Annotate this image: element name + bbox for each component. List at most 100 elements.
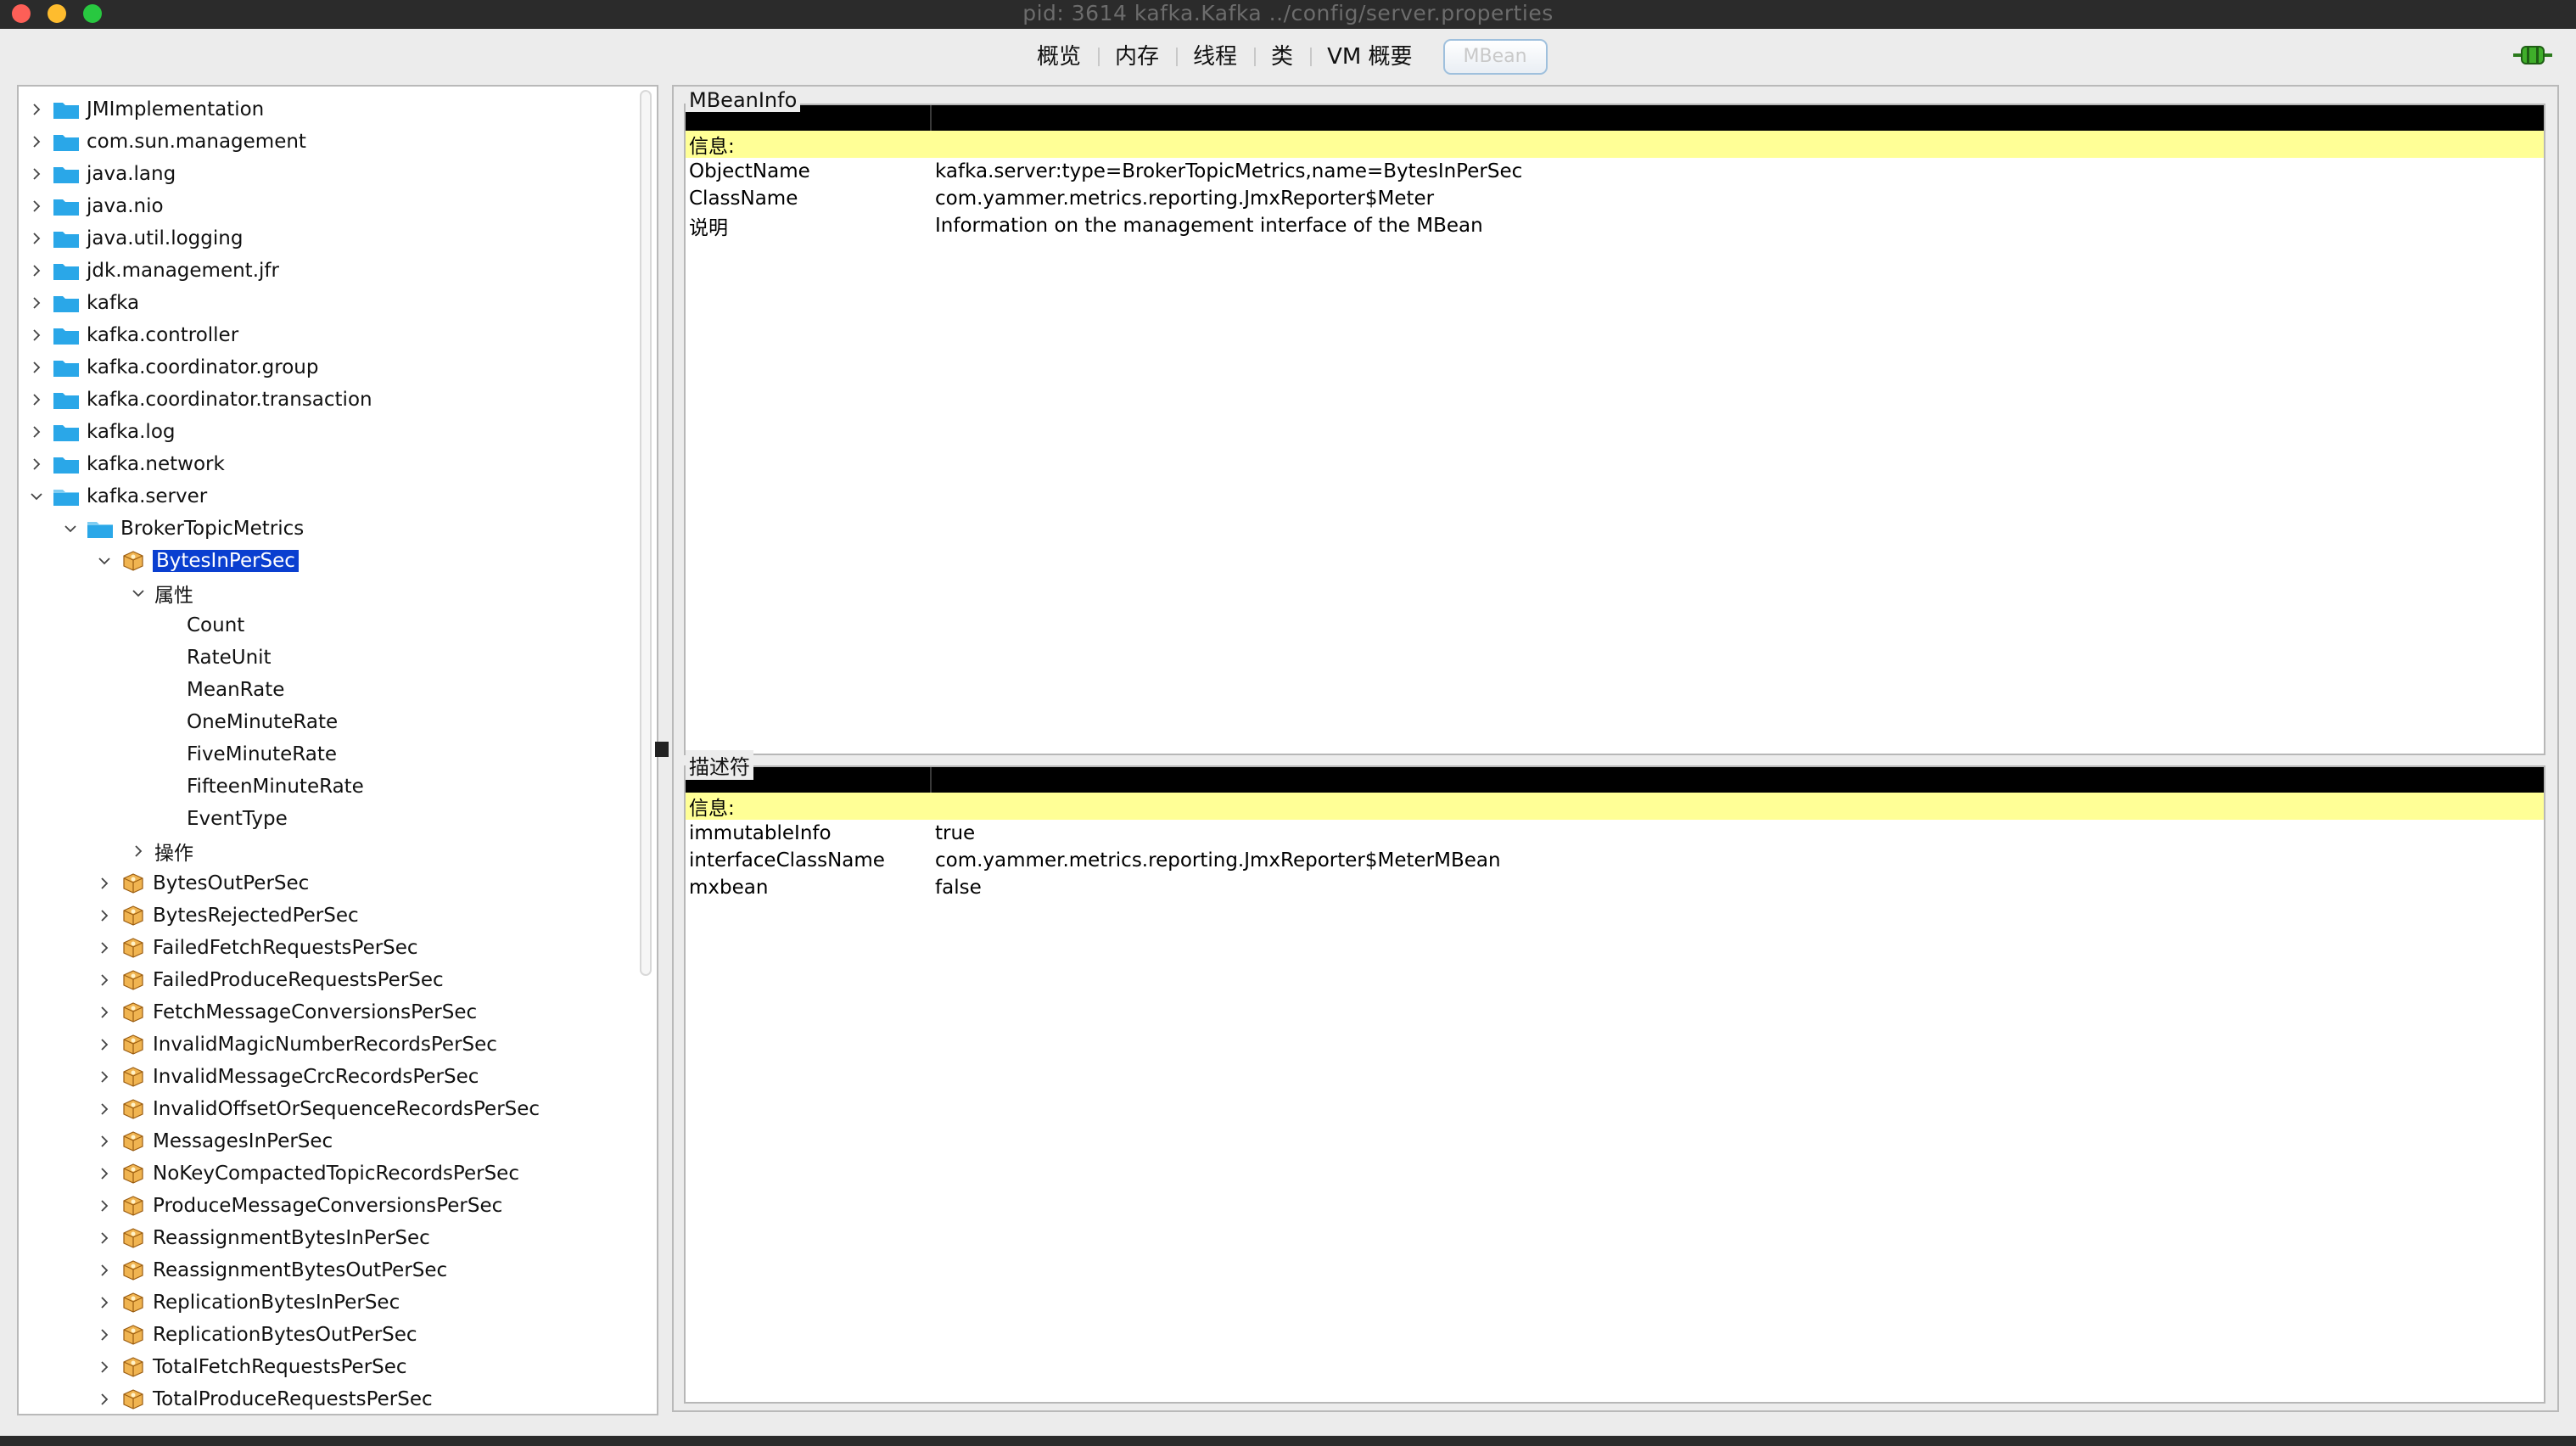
tree-node[interactable]: OneMinuteRate [19, 706, 630, 738]
chevron-right-icon[interactable] [93, 1125, 115, 1157]
chevron-right-icon[interactable] [25, 158, 48, 190]
tree-node[interactable]: FailedProduceRequestsPerSec [19, 964, 630, 996]
tree-node[interactable]: TotalFetchRequestsPerSec [19, 1351, 630, 1383]
mbeaninfo-row[interactable]: ClassName com.yammer.metrics.reporting.Jm… [686, 185, 2544, 212]
tree-node[interactable]: jdk.management.jfr [19, 255, 630, 287]
tree-node[interactable]: BytesInPerSec [19, 545, 630, 577]
chevron-down-icon[interactable] [127, 577, 149, 609]
chevron-right-icon[interactable] [25, 287, 48, 319]
tree-node[interactable]: MeanRate [19, 674, 630, 706]
tree-node[interactable]: BytesOutPerSec [19, 867, 630, 900]
descriptor-info-label: 信息: [689, 798, 735, 820]
chevron-right-icon[interactable] [25, 126, 48, 158]
tree-node[interactable]: FiveMinuteRate [19, 738, 630, 771]
tree-node-label: ReassignmentBytesInPerSec [153, 1227, 430, 1249]
split-pane-divider[interactable] [655, 742, 669, 757]
chevron-right-icon[interactable] [93, 1286, 115, 1319]
tree-node[interactable]: ReassignmentBytesInPerSec [19, 1222, 630, 1254]
connected-plug-icon[interactable] [2513, 42, 2552, 68]
tab-3[interactable]: 类 [1254, 39, 1310, 75]
tab-2[interactable]: 线程 [1176, 39, 1254, 75]
tree-node[interactable]: NoKeyCompactedTopicRecordsPerSec [19, 1157, 630, 1190]
tree-node[interactable]: FetchMessageConversionsPerSec [19, 996, 630, 1028]
tree-node[interactable]: JMImplementation [19, 93, 630, 126]
tree-node[interactable]: 操作 [19, 835, 630, 867]
chevron-right-icon[interactable] [93, 1028, 115, 1061]
tree-scrollbar[interactable] [640, 90, 652, 976]
chevron-down-icon[interactable] [25, 480, 48, 513]
tree-node[interactable]: kafka.log [19, 416, 630, 448]
chevron-right-icon[interactable] [93, 867, 115, 900]
tab-0[interactable]: 概览 [1020, 39, 1098, 75]
chevron-right-icon[interactable] [93, 1157, 115, 1190]
tree-node[interactable]: java.lang [19, 158, 630, 190]
tab-4[interactable]: VM 概要 [1310, 39, 1429, 75]
chevron-right-icon[interactable] [25, 448, 48, 480]
folder-icon [53, 457, 79, 474]
tree-node[interactable]: RateUnit [19, 642, 630, 674]
tree-node[interactable]: kafka.controller [19, 319, 630, 351]
chevron-right-icon[interactable] [25, 255, 48, 287]
tree-node[interactable]: com.sun.management [19, 126, 630, 158]
chevron-right-icon[interactable] [25, 222, 48, 255]
chevron-right-icon[interactable] [127, 835, 149, 867]
tree-node[interactable]: BytesRejectedPerSec [19, 900, 630, 932]
tree-node[interactable]: ReplicationBytesOutPerSec [19, 1319, 630, 1351]
tree-node[interactable]: FailedFetchRequestsPerSec [19, 932, 630, 964]
tab-1[interactable]: 内存 [1098, 39, 1176, 75]
chevron-down-icon[interactable] [93, 545, 115, 577]
descriptor-row[interactable]: interfaceClassName com.yammer.metrics.rep… [686, 847, 2544, 874]
mbean-icon [123, 1389, 143, 1410]
tree-node[interactable]: TotalProduceRequestsPerSec [19, 1383, 630, 1414]
tree-node[interactable]: InvalidMessageCrcRecordsPerSec [19, 1061, 630, 1093]
tree-node[interactable]: 属性 [19, 577, 630, 609]
tree-node[interactable]: FifteenMinuteRate [19, 771, 630, 803]
chevron-right-icon[interactable] [25, 416, 48, 448]
tree-node[interactable]: kafka [19, 287, 630, 319]
tree-node[interactable]: MessagesInPerSec [19, 1125, 630, 1157]
mbeaninfo-row[interactable]: 说明 Information on the management interfac… [686, 212, 2544, 239]
tree-node[interactable]: ReassignmentBytesOutPerSec [19, 1254, 630, 1286]
chevron-right-icon[interactable] [93, 900, 115, 932]
chevron-right-icon[interactable] [93, 996, 115, 1028]
row-value: true [935, 822, 976, 844]
tree-node-label: InvalidMessageCrcRecordsPerSec [153, 1066, 479, 1088]
chevron-right-icon[interactable] [25, 190, 48, 222]
tree-node[interactable]: kafka.server [19, 480, 630, 513]
tree-node[interactable]: kafka.coordinator.transaction [19, 384, 630, 416]
chevron-right-icon[interactable] [93, 1093, 115, 1125]
chevron-right-icon[interactable] [93, 1351, 115, 1383]
tree-node[interactable]: kafka.coordinator.group [19, 351, 630, 384]
chevron-right-icon[interactable] [93, 932, 115, 964]
tree-node[interactable]: ReplicationBytesInPerSec [19, 1286, 630, 1319]
chevron-right-icon[interactable] [93, 1383, 115, 1414]
chevron-right-icon[interactable] [93, 1254, 115, 1286]
row-key: immutableInfo [689, 822, 832, 844]
mbeaninfo-row[interactable]: ObjectName kafka.server:type=BrokerTopicM… [686, 158, 2544, 185]
chevron-right-icon[interactable] [93, 1190, 115, 1222]
tree-node[interactable]: Count [19, 609, 630, 642]
chevron-right-icon[interactable] [25, 384, 48, 416]
chevron-right-icon[interactable] [25, 319, 48, 351]
descriptor-row[interactable]: mxbean false [686, 874, 2544, 901]
descriptor-row[interactable]: immutableInfo true [686, 820, 2544, 847]
chevron-down-icon[interactable] [59, 513, 81, 545]
tree-node[interactable]: ProduceMessageConversionsPerSec [19, 1190, 630, 1222]
tab-5[interactable]: MBean [1442, 39, 1548, 75]
chevron-right-icon[interactable] [25, 351, 48, 384]
tree-node[interactable]: kafka.network [19, 448, 630, 480]
tree-node-label: 属性 [154, 585, 193, 607]
chevron-right-icon[interactable] [93, 964, 115, 996]
chevron-right-icon[interactable] [93, 1319, 115, 1351]
tree-node[interactable]: EventType [19, 803, 630, 835]
chevron-right-icon[interactable] [25, 93, 48, 126]
tree-node[interactable]: java.util.logging [19, 222, 630, 255]
tree-node[interactable]: java.nio [19, 190, 630, 222]
tree-node[interactable]: InvalidMagicNumberRecordsPerSec [19, 1028, 630, 1061]
tree-node[interactable]: InvalidOffsetOrSequenceRecordsPerSec [19, 1093, 630, 1125]
tree-node[interactable]: BrokerTopicMetrics [19, 513, 630, 545]
chevron-right-icon[interactable] [93, 1061, 115, 1093]
tree-node-label: FifteenMinuteRate [187, 776, 364, 798]
chevron-right-icon[interactable] [93, 1222, 115, 1254]
